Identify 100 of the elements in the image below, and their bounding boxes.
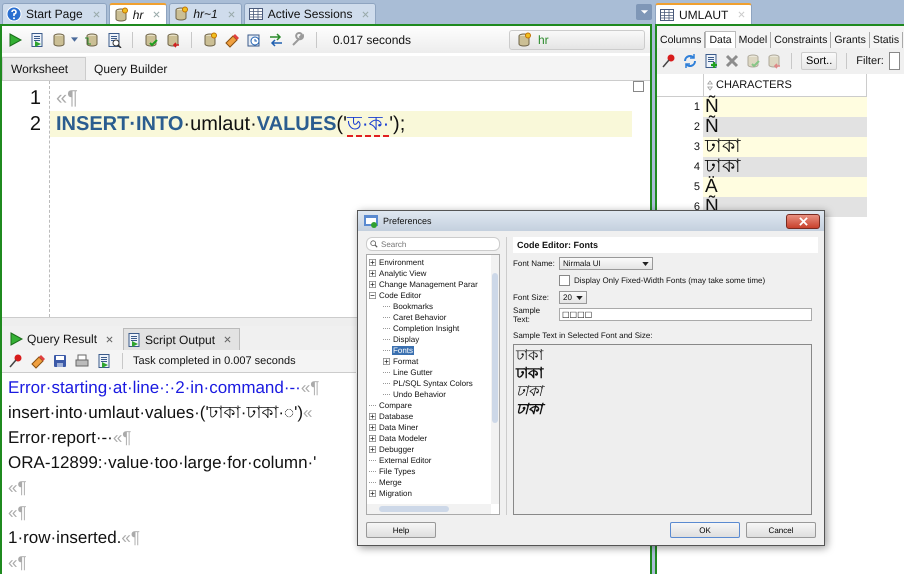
tree-item[interactable]: Migration [378, 489, 413, 498]
output-line: insert·into·umlaut·values·('ঢাকা·ঢাকা·◌')« [8, 402, 312, 424]
database-star-icon[interactable] [202, 32, 218, 48]
checkbox[interactable] [559, 275, 570, 286]
tree-item[interactable]: Format [392, 357, 420, 366]
editor-tab[interactable]: Start Page [2, 3, 107, 24]
tree-item[interactable]: Database [378, 412, 414, 421]
run-icon[interactable] [7, 32, 23, 48]
help-button[interactable]: Help [366, 522, 436, 538]
table-cell: Ñ [703, 117, 867, 137]
ok-button[interactable]: OK [670, 522, 740, 538]
commit-icon[interactable] [143, 32, 159, 48]
tree-item[interactable]: Completion Insight [392, 324, 460, 333]
expand-icon[interactable] [369, 259, 376, 266]
table-cell: ঢাকা [703, 137, 867, 157]
sort-button[interactable]: Sort.. [801, 52, 838, 70]
preferences-icon [363, 213, 379, 229]
tree-item[interactable]: Display [392, 335, 420, 344]
dialog-title: Preferences [383, 216, 432, 226]
run-script-icon[interactable] [29, 32, 45, 48]
tree-item[interactable]: Analytic View [378, 269, 428, 278]
table-tab[interactable]: UMLAUT [655, 3, 752, 24]
database-tree-icon[interactable] [84, 32, 100, 48]
expand-icon[interactable] [369, 490, 376, 497]
expand-icon[interactable] [369, 270, 376, 277]
database-icon[interactable] [51, 32, 67, 48]
column-header[interactable]: CHARACTERS [703, 74, 867, 96]
editor-tab[interactable]: hr [108, 3, 168, 24]
tree-item[interactable]: Data Miner [378, 423, 420, 432]
filter-field[interactable] [888, 52, 900, 70]
tree-item[interactable]: Undo Behavior [392, 390, 447, 399]
table-icon [248, 6, 264, 22]
font-size-select[interactable]: 20 [559, 291, 587, 304]
tree-item[interactable]: Code Editor [378, 291, 422, 300]
tree-item[interactable]: Merge [378, 478, 403, 487]
output-line: «¶ [8, 477, 27, 499]
eraser-icon[interactable] [224, 32, 240, 48]
tree-item[interactable]: Environment [378, 258, 425, 267]
document-search-icon[interactable] [106, 32, 122, 48]
arrows-icon[interactable] [268, 32, 284, 48]
tree-item[interactable]: File Types [378, 467, 416, 476]
tree-item[interactable]: Fonts [392, 346, 414, 355]
font-name-select[interactable]: Nirmala UI [559, 257, 653, 270]
tree-item[interactable]: Compare [378, 401, 413, 410]
caret-icon [642, 262, 649, 266]
delete-icon[interactable] [724, 53, 740, 69]
expand-icon[interactable] [369, 281, 376, 288]
close-button[interactable] [786, 214, 820, 228]
close-icon[interactable] [106, 336, 114, 342]
horizontal-scrollbar[interactable] [367, 504, 491, 514]
save-icon[interactable] [52, 353, 68, 369]
output-line: Error·report·-·«¶ [8, 427, 132, 449]
output-line: ORA-12899:·value·too·large·for·column·' [8, 452, 316, 474]
refresh-icon[interactable] [682, 53, 698, 69]
tree-item[interactable]: Bookmarks [392, 302, 434, 311]
tab-list-button[interactable] [636, 4, 652, 20]
connection-select[interactable]: hr [509, 30, 645, 50]
expand-icon[interactable] [369, 424, 376, 431]
close-icon [798, 216, 808, 226]
expand-icon[interactable] [369, 446, 376, 453]
expand-icon[interactable] [369, 435, 376, 442]
search-field[interactable]: Search [366, 237, 500, 251]
code-line: «¶ [55, 86, 79, 111]
result-tab[interactable]: Script Output [123, 328, 240, 350]
result-tab[interactable]: Query Result [6, 328, 122, 350]
editor-tab[interactable]: Active Sessions [244, 3, 376, 24]
print-icon[interactable] [74, 353, 90, 369]
tree-item[interactable]: Change Management Parar [378, 280, 479, 289]
expand-icon[interactable] [383, 358, 390, 365]
tree-item[interactable]: PL/SQL Syntax Colors [392, 379, 474, 388]
cancel-button[interactable]: Cancel [746, 522, 816, 538]
sample-text-field[interactable]: □□□□ [559, 308, 812, 321]
database-icon [112, 6, 129, 22]
tree-item[interactable]: External Editor [378, 456, 432, 465]
tree-item[interactable]: Data Modeler [378, 434, 428, 443]
search-icon [370, 240, 378, 248]
worksheet-tab[interactable]: Worksheet [2, 57, 86, 80]
pin-icon[interactable] [661, 53, 677, 69]
output-line: «¶ [8, 552, 27, 574]
field-label: Font Name: [513, 259, 555, 268]
tree-item[interactable]: Line Gutter [392, 368, 434, 377]
rollback-icon[interactable] [165, 32, 181, 48]
add-row-icon[interactable] [703, 53, 719, 69]
preview-text: ঢাকা [516, 365, 545, 383]
expand-icon[interactable] [369, 413, 376, 420]
run-script-icon[interactable] [96, 353, 112, 369]
preview-label: Sample Text in Selected Font and Size: [513, 331, 654, 340]
eraser-icon[interactable] [30, 353, 46, 369]
view-tab[interactable]: Data [705, 31, 736, 48]
tree-item[interactable]: Debugger [378, 445, 416, 454]
collapse-icon[interactable] [369, 292, 376, 299]
editor-tab[interactable]: hr~1 [169, 3, 242, 24]
help-icon [6, 6, 22, 22]
history-icon[interactable] [246, 32, 262, 48]
close-icon[interactable] [224, 336, 232, 343]
caret-icon[interactable] [71, 37, 78, 42]
worksheet-tab[interactable]: Query Builder [86, 58, 176, 80]
wrench-icon[interactable] [290, 32, 306, 48]
pin-icon[interactable] [8, 353, 24, 369]
field-label: Font Size: [513, 293, 550, 302]
